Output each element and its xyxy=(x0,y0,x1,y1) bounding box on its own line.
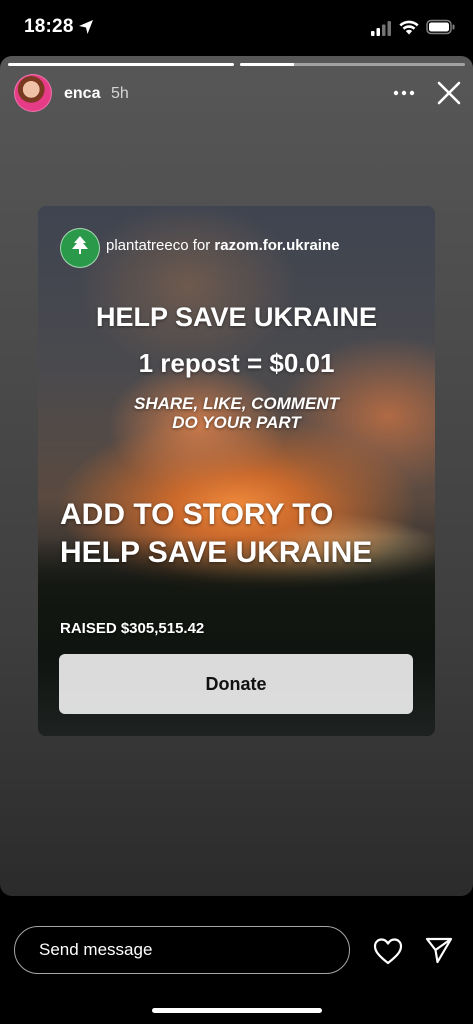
post-share-text: SHARE, LIKE, COMMENT DO YOUR PART xyxy=(38,394,435,432)
tree-icon xyxy=(72,236,88,254)
donate-button[interactable]: Donate xyxy=(59,654,413,714)
status-bar: 18:28 xyxy=(0,0,473,56)
status-time: 18:28 xyxy=(24,16,74,37)
story-viewer[interactable]: enca 5h plantatreeco for razom.for.ukrai… xyxy=(0,56,473,896)
cellular-signal-icon xyxy=(371,21,391,36)
avatar[interactable] xyxy=(14,74,52,112)
location-arrow-icon xyxy=(79,20,93,34)
story-username[interactable]: enca xyxy=(64,85,100,103)
fundraiser-title: ADD TO STORY TO HELP SAVE UKRAINE xyxy=(60,498,373,569)
heart-icon[interactable] xyxy=(373,937,403,965)
fundraiser-raised-amount: RAISED $305,515.42 xyxy=(60,620,205,637)
ellipsis-icon[interactable] xyxy=(390,84,418,102)
post-share-line-2: DO YOUR PART xyxy=(172,413,301,432)
post-partner[interactable]: razom.for.ukraine xyxy=(214,237,339,254)
plant-a-tree-logo[interactable] xyxy=(60,228,100,268)
home-indicator[interactable] xyxy=(152,1008,322,1013)
shared-post-card[interactable]: plantatreeco for razom.for.ukraine HELP … xyxy=(38,206,435,736)
post-headline: HELP SAVE UKRAINE xyxy=(95,302,378,332)
send-message-input[interactable]: Send message xyxy=(14,926,350,974)
post-account[interactable]: plantatreeco xyxy=(106,237,189,254)
story-progress-segment-2 xyxy=(240,63,465,66)
post-attribution[interactable]: plantatreeco for razom.for.ukraine xyxy=(106,237,339,254)
battery-icon xyxy=(426,19,455,35)
paper-plane-icon[interactable] xyxy=(424,935,454,965)
post-repost-line: 1 repost = $0.01 xyxy=(138,348,335,378)
story-progress-segment-1 xyxy=(8,63,234,66)
post-share-line-1: SHARE, LIKE, COMMENT xyxy=(134,394,339,413)
post-for-text: for xyxy=(192,237,211,254)
wifi-icon xyxy=(399,20,419,35)
story-time-ago: 5h xyxy=(111,85,129,102)
close-icon[interactable] xyxy=(436,80,462,106)
